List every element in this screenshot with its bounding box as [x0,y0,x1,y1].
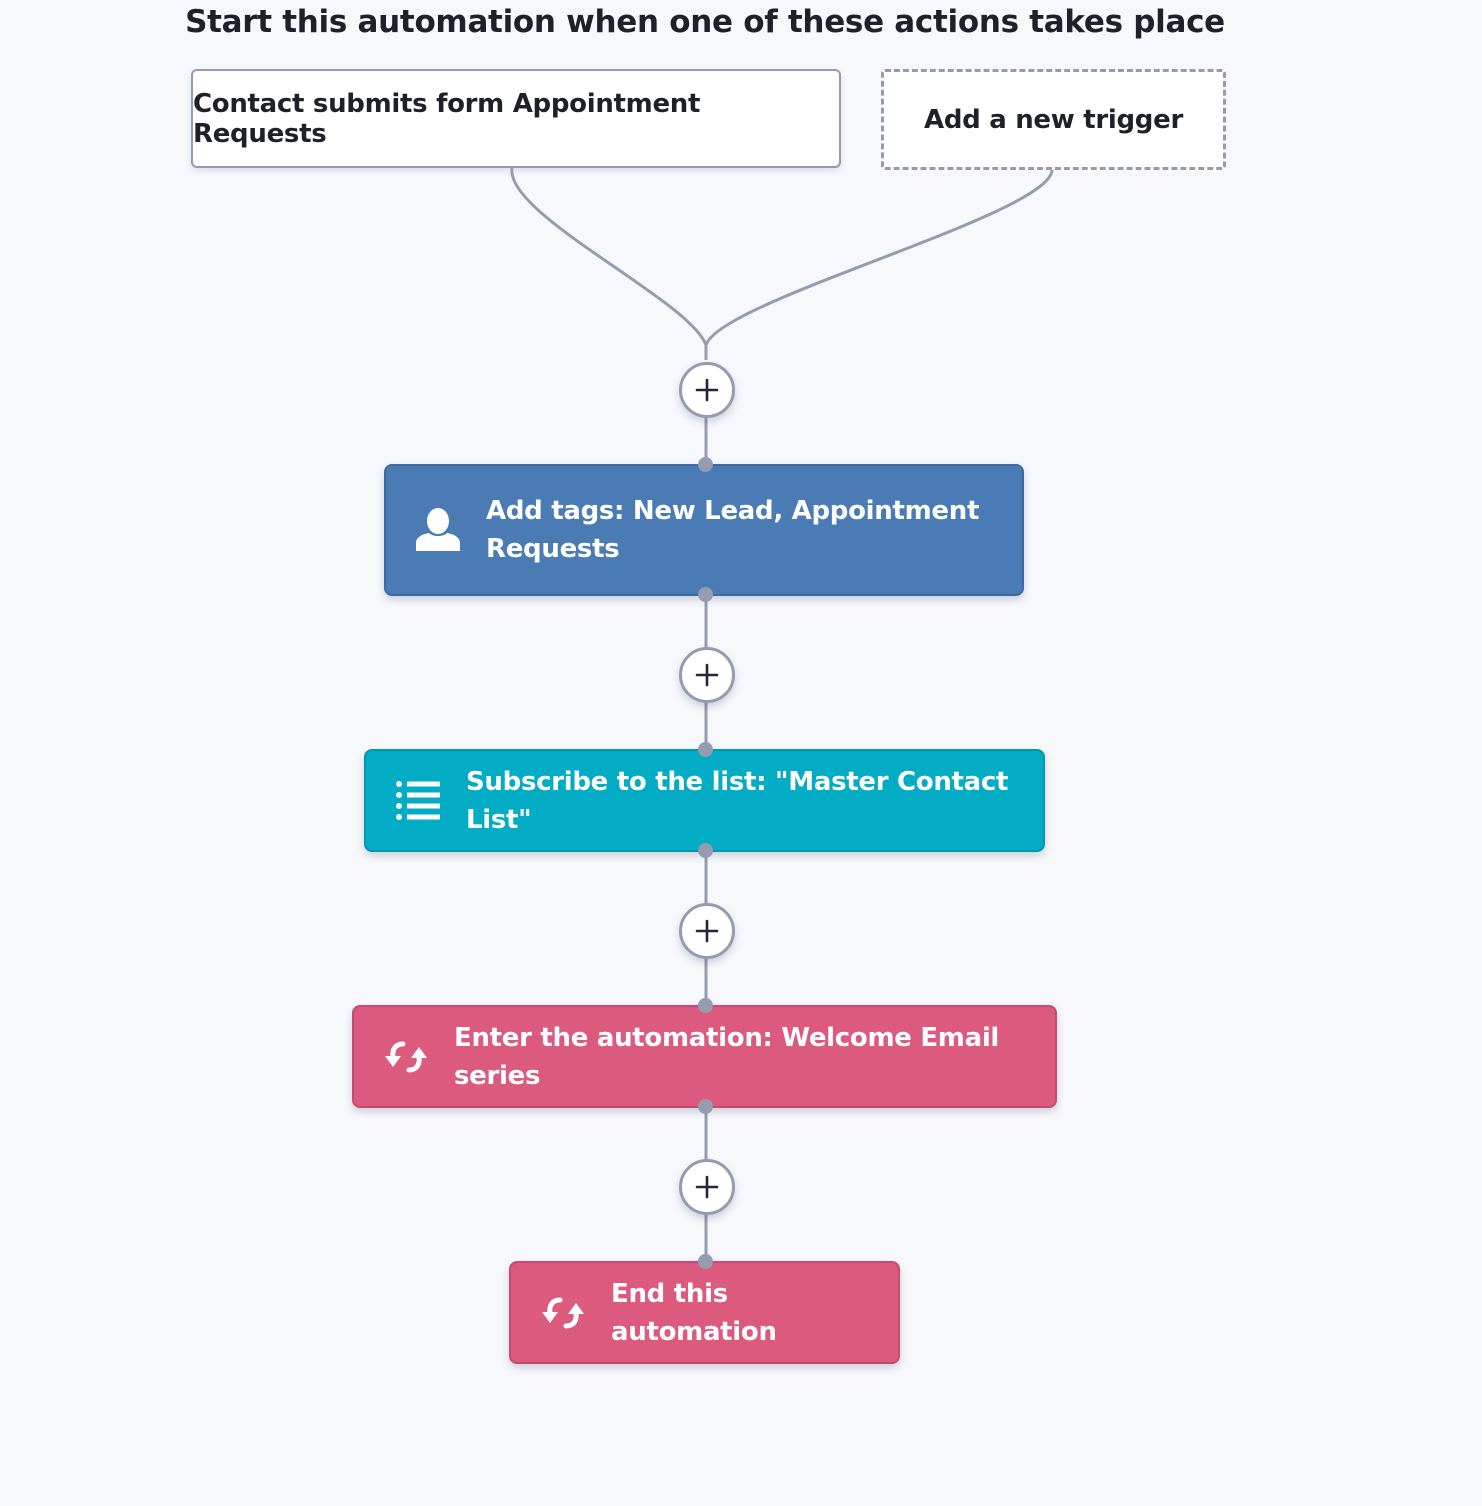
action-enter-automation[interactable]: Enter the automation: Welcome Email seri… [352,1005,1057,1108]
connector-dot [698,998,713,1013]
add-trigger-label: Add a new trigger [924,104,1183,135]
list-icon [394,779,442,823]
connector-trigger-2 [704,169,1054,346]
plus-icon [695,663,719,687]
action-subscribe-list[interactable]: Subscribe to the list: "Master Contact L… [364,749,1045,852]
connector-trigger-1 [510,167,708,360]
trigger-label: Contact submits form Appointment Request… [193,88,701,149]
connector-dot [698,742,713,757]
action-end-automation[interactable]: End this automation [509,1261,900,1364]
connector-dot [698,1254,713,1269]
trigger-form-submit[interactable]: Contact submits form Appointment Request… [191,69,841,168]
action-label: Subscribe to the list: "Master Contact L… [466,766,1009,835]
plus-icon [695,1175,719,1199]
plus-icon [695,919,719,943]
refresh-arrows-icon [382,1037,430,1077]
automation-heading: Start this automation when one of these … [185,4,1225,40]
add-step-button[interactable] [679,1159,735,1215]
refresh-arrows-icon [539,1293,587,1333]
add-step-button[interactable] [679,903,735,959]
connector-dot [698,457,713,472]
plus-icon [695,378,719,402]
action-label: Add tags: New Lead, Appointment Requests [486,496,980,564]
add-trigger-button[interactable]: Add a new trigger [881,69,1226,170]
add-step-button[interactable] [679,362,735,418]
connector-dot [698,587,713,602]
action-label: End this automation [611,1278,777,1347]
action-add-tags[interactable]: Add tags: New Lead, Appointment Requests [384,464,1024,596]
connector-dot [698,843,713,858]
connector-dot [698,1099,713,1114]
action-label: Enter the automation: Welcome Email seri… [454,1022,1000,1091]
user-icon [414,506,462,554]
add-step-button[interactable] [679,647,735,703]
